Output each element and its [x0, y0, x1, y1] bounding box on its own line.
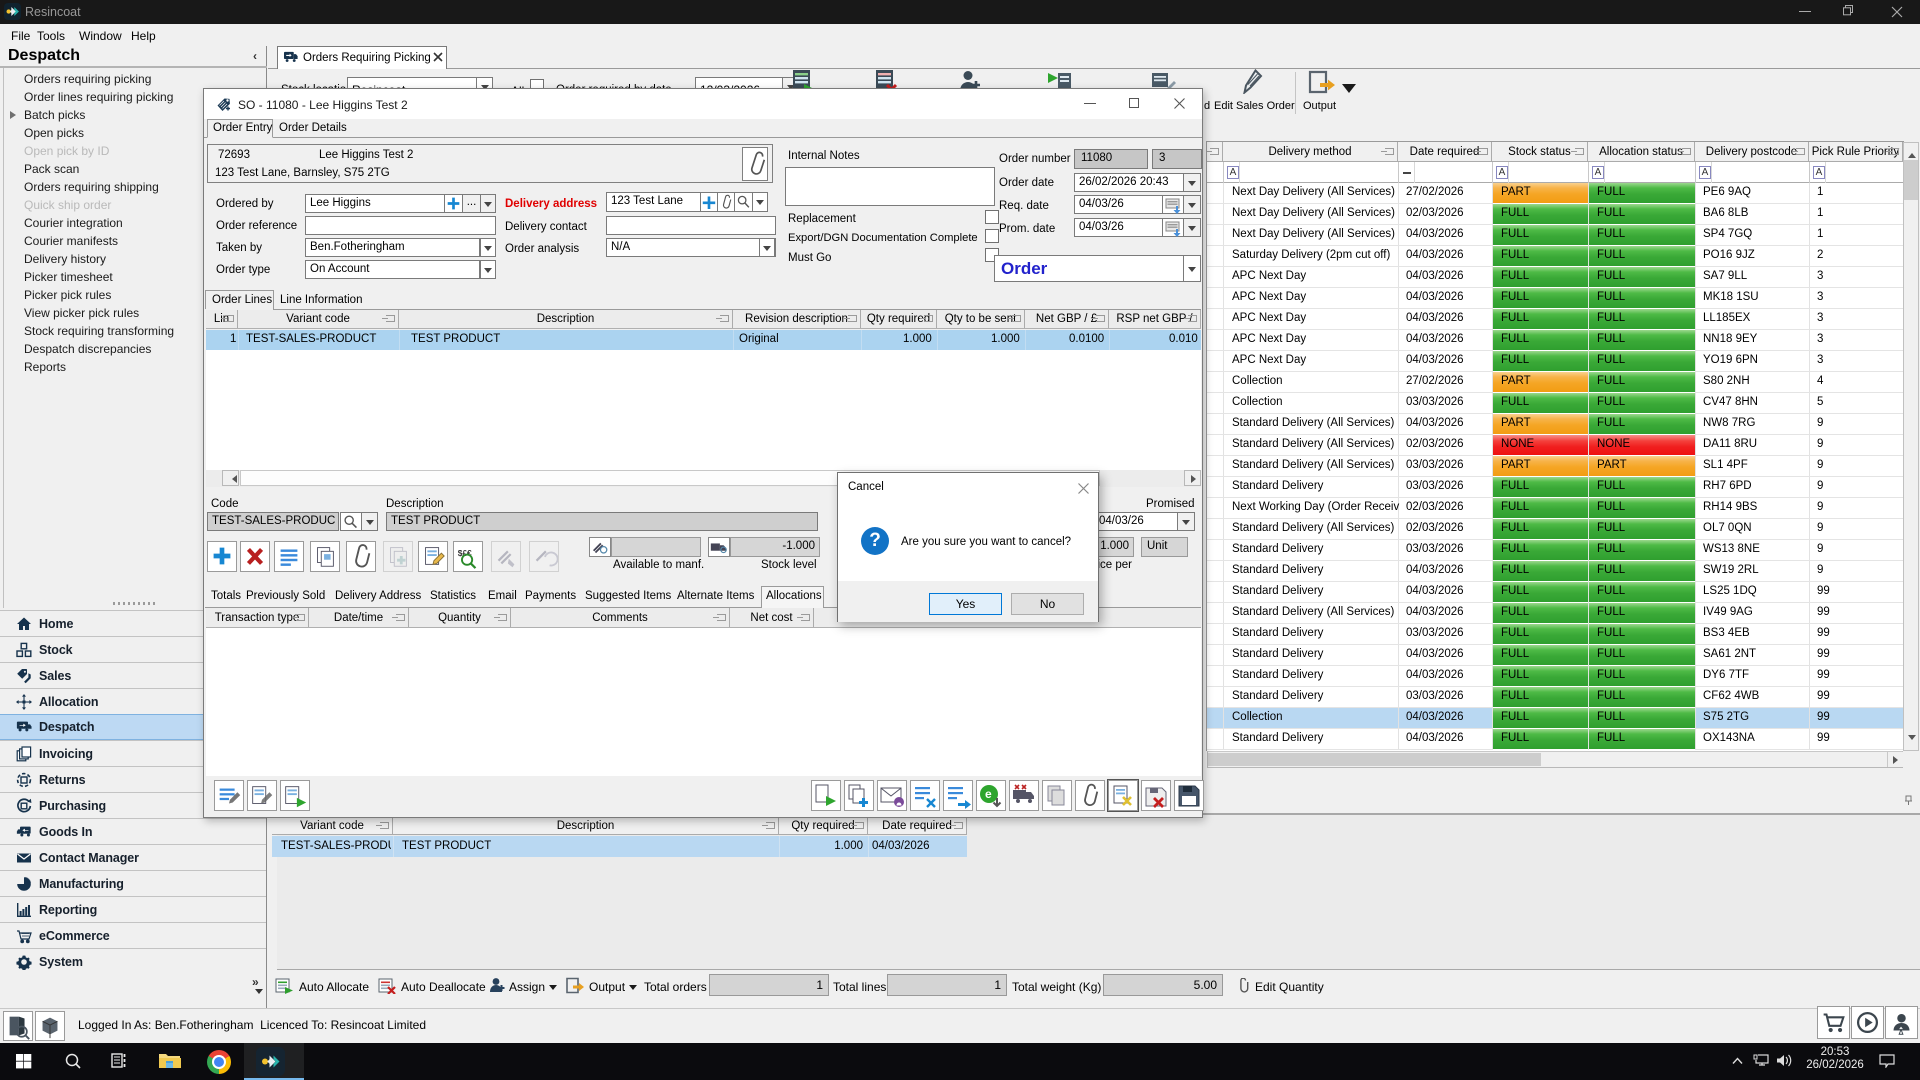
svg-text:e: e — [985, 787, 992, 801]
